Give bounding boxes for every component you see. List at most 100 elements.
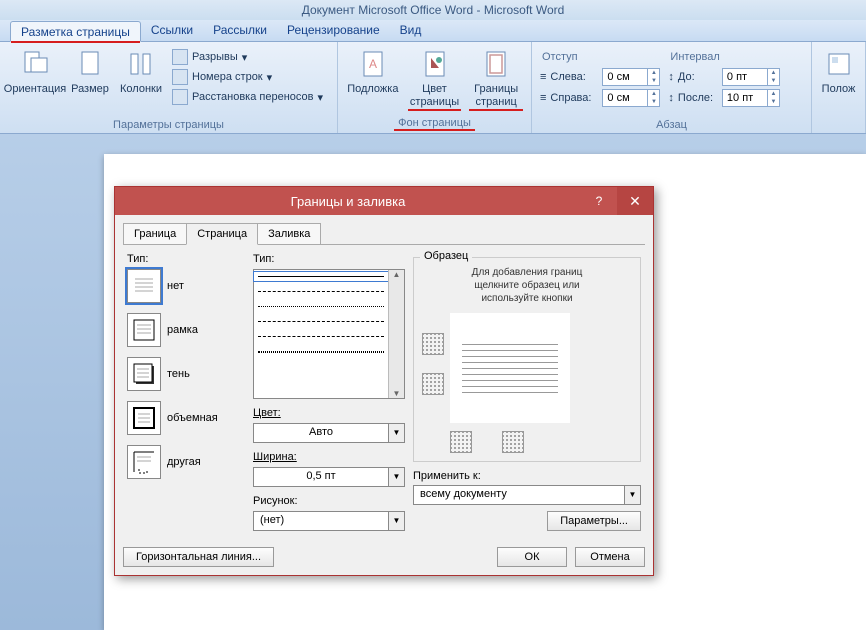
border-bottom-button[interactable]	[422, 373, 444, 395]
color-value: Авто	[254, 424, 388, 442]
line-numbers-icon	[172, 69, 188, 85]
options-button[interactable]: Параметры...	[547, 511, 641, 531]
type-label: Тип:	[127, 253, 245, 265]
apply-to-label: Применить к:	[413, 470, 641, 482]
dialog-help-button[interactable]: ?	[581, 187, 617, 215]
dialog-close-button[interactable]: ✕	[617, 187, 653, 215]
type-custom-label: другая	[167, 456, 201, 468]
position-button[interactable]: Полож	[818, 46, 859, 98]
preview-sample[interactable]	[450, 313, 570, 423]
columns-label: Колонки	[120, 83, 162, 96]
indent-left-input[interactable]: ▲▼	[602, 68, 660, 86]
spacing-before-label: До:	[678, 71, 718, 83]
tab-page-border-label: Страница	[197, 228, 247, 240]
page-color-label: Цвет страницы	[408, 83, 462, 111]
line-numbers-button[interactable]: Номера строк ▾	[170, 68, 325, 86]
indent-left-icon: ≡	[540, 71, 546, 83]
page-setup-group-label: Параметры страницы	[6, 117, 331, 131]
line-style-scrollbar[interactable]	[388, 270, 404, 398]
dialog-title: Границы и заливка	[115, 194, 581, 209]
type-box-label: рамка	[167, 324, 198, 336]
orientation-label: Ориентация	[4, 83, 66, 96]
size-label: Размер	[71, 83, 109, 96]
breaks-label: Разрывы	[192, 51, 238, 63]
indent-right-input[interactable]: ▲▼	[602, 89, 660, 107]
tab-shading-label: Заливка	[268, 228, 310, 240]
chevron-down-icon: ▼	[388, 424, 404, 442]
dialog-tabs: Граница Страница Заливка	[115, 215, 653, 245]
page-bg-group-label: Фон страницы	[394, 115, 475, 131]
tab-review[interactable]: Рецензирование	[277, 20, 390, 41]
position-label: Полож	[822, 83, 856, 96]
art-combo[interactable]: (нет)▼	[253, 511, 405, 531]
app-title: Документ Microsoft Office Word - Microso…	[0, 0, 866, 20]
spacing-before-icon: ↕	[668, 71, 674, 83]
indent-right-label: Справа:	[550, 92, 598, 104]
document-page[interactable]: Границы и заливка ? ✕ Граница Страница З…	[104, 154, 866, 630]
columns-button[interactable]: Колонки	[116, 46, 166, 98]
cancel-button[interactable]: Отмена	[575, 547, 645, 567]
type-box[interactable]: рамка	[127, 313, 245, 347]
type-3d-label: объемная	[167, 412, 218, 424]
page-borders-button[interactable]: Границы страниц	[467, 46, 525, 113]
document-area: Границы и заливка ? ✕ Граница Страница З…	[0, 134, 866, 630]
type-shadow[interactable]: тень	[127, 357, 245, 391]
width-combo[interactable]: 0,5 пт▼	[253, 467, 405, 487]
tab-page-layout[interactable]: Разметка страницы	[10, 21, 141, 42]
ok-button[interactable]: ОК	[497, 547, 567, 567]
ribbon: Ориентация Размер Колонки Разрывы ▾ Номе…	[0, 42, 866, 134]
style-label: Тип:	[253, 253, 405, 265]
tab-mailings[interactable]: Рассылки	[203, 20, 277, 41]
page-color-button[interactable]: Цвет страницы	[406, 46, 464, 113]
tab-view[interactable]: Вид	[390, 20, 432, 41]
type-none[interactable]: нет	[127, 269, 245, 303]
size-button[interactable]: Размер	[68, 46, 112, 98]
spacing-after-icon: ↕	[668, 92, 674, 104]
page-borders-label: Границы страниц	[469, 83, 523, 111]
color-combo[interactable]: Авто▼	[253, 423, 405, 443]
hyphenation-label: Расстановка переносов	[192, 91, 313, 103]
ribbon-tabs: Разметка страницы Ссылки Рассылки Реценз…	[0, 20, 866, 42]
color-label: Цвет:	[253, 407, 405, 419]
spacing-head: Интервал	[668, 50, 780, 65]
width-label: Ширина:	[253, 451, 405, 463]
tab-shading[interactable]: Заливка	[257, 223, 321, 245]
art-label: Рисунок:	[253, 495, 405, 507]
type-shadow-label: тень	[167, 368, 190, 380]
preview-hint: Для добавления границ щелкните образец и…	[422, 266, 632, 305]
type-none-label: нет	[167, 280, 184, 292]
watermark-button[interactable]: A Подложка	[344, 46, 402, 98]
tab-border-label: Граница	[134, 228, 176, 240]
watermark-label: Подложка	[347, 83, 398, 96]
apply-to-combo[interactable]: всему документу▼	[413, 485, 641, 505]
indent-right-icon: ≡	[540, 92, 546, 104]
border-left-button[interactable]	[450, 431, 472, 453]
tab-links[interactable]: Ссылки	[141, 20, 203, 41]
border-right-button[interactable]	[502, 431, 524, 453]
horizontal-line-button[interactable]: Горизонтальная линия...	[123, 547, 274, 567]
spacing-after-label: После:	[678, 92, 718, 104]
breaks-button[interactable]: Разрывы ▾	[170, 48, 325, 66]
type-3d[interactable]: объемная	[127, 401, 245, 435]
tab-page-border[interactable]: Страница	[186, 223, 258, 245]
dialog-titlebar[interactable]: Границы и заливка ? ✕	[115, 187, 653, 215]
svg-text:A: A	[369, 57, 377, 71]
hyphenation-button[interactable]: Расстановка переносов ▾	[170, 88, 325, 106]
indent-left-label: Слева:	[550, 71, 598, 83]
apply-to-value: всему документу	[414, 486, 624, 504]
spacing-before-input[interactable]: ▲▼	[722, 68, 780, 86]
breaks-icon	[172, 49, 188, 65]
tab-border[interactable]: Граница	[123, 223, 187, 245]
border-top-button[interactable]	[422, 333, 444, 355]
paragraph-group-label: Абзац	[538, 117, 805, 131]
indent-head: Отступ	[540, 50, 660, 65]
chevron-down-icon: ▼	[624, 486, 640, 504]
preview-label: Образец	[420, 250, 472, 262]
line-style-list[interactable]	[253, 269, 405, 399]
chevron-down-icon: ▼	[388, 512, 404, 530]
orientation-button[interactable]: Ориентация	[6, 46, 64, 98]
type-custom[interactable]: другая	[127, 445, 245, 479]
spacing-after-input[interactable]: ▲▼	[722, 89, 780, 107]
chevron-down-icon: ▼	[388, 468, 404, 486]
hyphenation-icon	[172, 89, 188, 105]
